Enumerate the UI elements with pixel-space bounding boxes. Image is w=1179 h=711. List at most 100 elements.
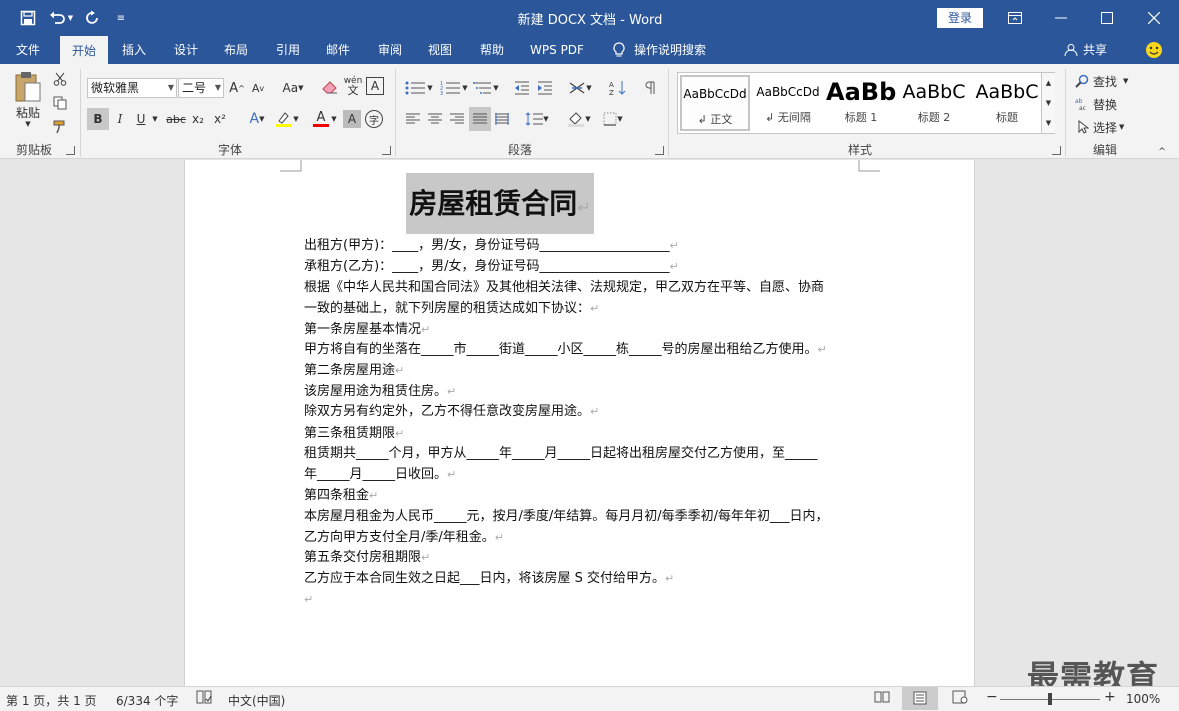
sort-icon[interactable]: AZ bbox=[607, 77, 629, 99]
show-paragraph-marks-icon[interactable] bbox=[640, 77, 660, 99]
print-layout-icon[interactable] bbox=[902, 687, 938, 710]
copy-icon[interactable] bbox=[50, 92, 70, 114]
highlight-color-button[interactable]: ▼ bbox=[272, 108, 302, 130]
numbering-icon[interactable]: 1 2 3 ▼ bbox=[437, 77, 471, 99]
paste-icon[interactable] bbox=[10, 70, 46, 104]
subscript-button[interactable]: x₂ bbox=[188, 108, 208, 130]
superscript-button[interactable]: x² bbox=[210, 108, 230, 130]
paragraph-launcher-icon[interactable] bbox=[655, 146, 664, 155]
justify-icon[interactable] bbox=[469, 107, 491, 131]
shading-icon[interactable]: ▼ bbox=[564, 108, 594, 130]
clear-formatting-icon[interactable] bbox=[320, 77, 340, 99]
lightbulb-icon[interactable] bbox=[610, 36, 628, 64]
underline-button[interactable]: U bbox=[132, 108, 150, 130]
increase-indent-icon[interactable] bbox=[535, 77, 555, 99]
tab-design[interactable]: 设计 bbox=[166, 36, 206, 64]
tab-help[interactable]: 帮助 bbox=[472, 36, 512, 64]
enclose-characters-icon[interactable]: 字 bbox=[365, 110, 383, 128]
clipboard-launcher-icon[interactable] bbox=[66, 146, 75, 155]
replace-button[interactable]: ab ac 替换 bbox=[1075, 93, 1145, 115]
character-border-icon[interactable]: A bbox=[366, 77, 384, 95]
doc-line-17[interactable]: 乙方应于本合同生效之日起___日内，将该房屋 S 交付给甲方。↵ bbox=[304, 569, 674, 589]
ribbon-display-options-icon[interactable] bbox=[992, 0, 1038, 36]
doc-line-9[interactable]: 除双方另有约定外，乙方不得任意改变房屋用途。↵ bbox=[304, 402, 599, 422]
doc-line-5[interactable]: 第一条房屋基本情况↵ bbox=[304, 320, 430, 340]
doc-line-15[interactable]: 乙方向甲方支付全月/季/年租金。↵ bbox=[304, 528, 504, 548]
align-left-icon[interactable] bbox=[403, 108, 423, 130]
tell-me-search[interactable]: 操作说明搜索 bbox=[634, 36, 714, 64]
login-button[interactable]: 登录 bbox=[937, 8, 983, 28]
font-name-combo[interactable]: 微软雅黑 ▼ bbox=[87, 78, 177, 98]
change-case-icon[interactable]: Aa ▼ bbox=[278, 77, 308, 99]
shrink-font-icon[interactable]: Av bbox=[249, 77, 267, 99]
tab-mailings[interactable]: 邮件 bbox=[318, 36, 358, 64]
text-effects-button[interactable]: A ▼ bbox=[244, 108, 270, 130]
tab-view[interactable]: 视图 bbox=[420, 36, 460, 64]
maximize-icon[interactable] bbox=[1084, 0, 1130, 36]
doc-line-1[interactable]: 出租方(甲方)：____，男/女，身份证号码__________________… bbox=[304, 236, 679, 256]
styles-more-icon[interactable]: ▼ bbox=[1042, 113, 1055, 133]
tab-references[interactable]: 引用 bbox=[268, 36, 308, 64]
align-right-icon[interactable] bbox=[447, 108, 467, 130]
align-center-icon[interactable] bbox=[425, 108, 445, 130]
underline-dropdown-icon[interactable]: ▼ bbox=[150, 108, 160, 130]
collapse-ribbon-icon[interactable]: ^ bbox=[1154, 146, 1170, 158]
paste-dropdown-icon[interactable]: ▼ bbox=[20, 119, 36, 129]
share-user-icon[interactable] bbox=[1062, 36, 1080, 64]
undo-icon[interactable]: ▼ bbox=[46, 6, 76, 30]
tab-review[interactable]: 审阅 bbox=[370, 36, 410, 64]
font-color-dropdown-icon[interactable]: ▼ bbox=[330, 108, 338, 130]
tab-insert[interactable]: 插入 bbox=[114, 36, 154, 64]
share-button[interactable]: 共享 bbox=[1080, 36, 1110, 64]
doc-line-16[interactable]: 第五条交付房租期限↵ bbox=[304, 548, 430, 568]
cut-icon[interactable] bbox=[50, 68, 70, 90]
line-spacing-icon[interactable]: ▼ bbox=[522, 108, 552, 130]
doc-line-2[interactable]: 承租方(乙方)：____，男/女，身份证号码__________________… bbox=[304, 257, 679, 277]
font-size-combo[interactable]: 二号 ▼ bbox=[178, 78, 224, 98]
find-button[interactable]: 查找 ▼ bbox=[1075, 70, 1145, 92]
doc-line-3[interactable]: 根据《中华人民共和国合同法》及其他相关法律、法规规定，甲乙双方在平等、自愿、协商 bbox=[304, 278, 824, 298]
tab-home[interactable]: 开始 bbox=[60, 36, 108, 64]
distributed-icon[interactable] bbox=[492, 108, 512, 130]
doc-line-18[interactable]: ↵ bbox=[304, 590, 313, 610]
doc-line-7[interactable]: 第二条房屋用途↵ bbox=[304, 361, 404, 381]
italic-button[interactable]: I bbox=[110, 108, 130, 130]
multilevel-list-icon[interactable]: ▼ bbox=[471, 77, 501, 99]
phonetic-guide-icon[interactable]: wén 文 bbox=[343, 75, 363, 97]
styles-scroll-down-icon[interactable]: ▼ bbox=[1042, 93, 1055, 113]
style-normal[interactable]: AaBbCcDd ↲ 正文 bbox=[680, 75, 750, 131]
borders-icon[interactable]: ▼ bbox=[598, 108, 628, 130]
character-shading-icon[interactable]: A bbox=[343, 110, 361, 128]
word-count[interactable]: 6/334 个字 bbox=[116, 692, 178, 709]
zoom-slider-thumb[interactable] bbox=[1048, 693, 1052, 705]
tab-wps-pdf[interactable]: WPS PDF bbox=[524, 36, 590, 64]
doc-line-12[interactable]: 年_____月_____日收回。↵ bbox=[304, 465, 456, 485]
bold-button[interactable]: B bbox=[87, 108, 109, 130]
read-mode-icon[interactable] bbox=[874, 690, 890, 707]
page-count[interactable]: 第 1 页，共 1 页 bbox=[6, 692, 97, 709]
zoom-in-icon[interactable]: + bbox=[1104, 689, 1116, 705]
select-button[interactable]: 选择 ▼ bbox=[1075, 116, 1145, 138]
strikethrough-button[interactable]: abc bbox=[165, 108, 187, 130]
proofing-icon[interactable] bbox=[196, 690, 212, 707]
save-icon[interactable] bbox=[16, 6, 40, 30]
format-painter-icon[interactable] bbox=[50, 116, 70, 138]
styles-launcher-icon[interactable] bbox=[1052, 146, 1061, 155]
decrease-indent-icon[interactable] bbox=[512, 77, 532, 99]
style-heading-1[interactable]: AaBb 标题 1 bbox=[826, 75, 896, 131]
customize-quick-access-icon[interactable]: ≡ bbox=[112, 6, 130, 30]
doc-line-8[interactable]: 该房屋用途为租赁住房。↵ bbox=[304, 382, 456, 402]
grow-font-icon[interactable]: A ^ bbox=[228, 77, 246, 99]
style-no-spacing[interactable]: AaBbCcDd ↲ 无间隔 bbox=[753, 75, 823, 131]
doc-line-10[interactable]: 第三条租赁期限↵ bbox=[304, 424, 404, 444]
doc-line-14[interactable]: 本房屋月租金为人民币_____元，按月/季度/年结算。每月月初/每季季初/每年年… bbox=[304, 507, 829, 527]
doc-line-6[interactable]: 甲方将自有的坐落在_____市_____街道_____小区_____栋_____… bbox=[304, 340, 827, 360]
tab-file[interactable]: 文件 bbox=[6, 36, 50, 64]
paste-button[interactable]: 粘贴 bbox=[10, 104, 46, 120]
redo-icon[interactable] bbox=[82, 6, 104, 30]
minimize-icon[interactable] bbox=[1038, 0, 1084, 36]
chinese-layout-icon[interactable]: ▼ bbox=[565, 77, 595, 99]
tab-layout[interactable]: 布局 bbox=[216, 36, 256, 64]
smiley-feedback-icon[interactable] bbox=[1144, 36, 1164, 64]
document-title[interactable]: 房屋租赁合同↵ bbox=[406, 173, 594, 234]
